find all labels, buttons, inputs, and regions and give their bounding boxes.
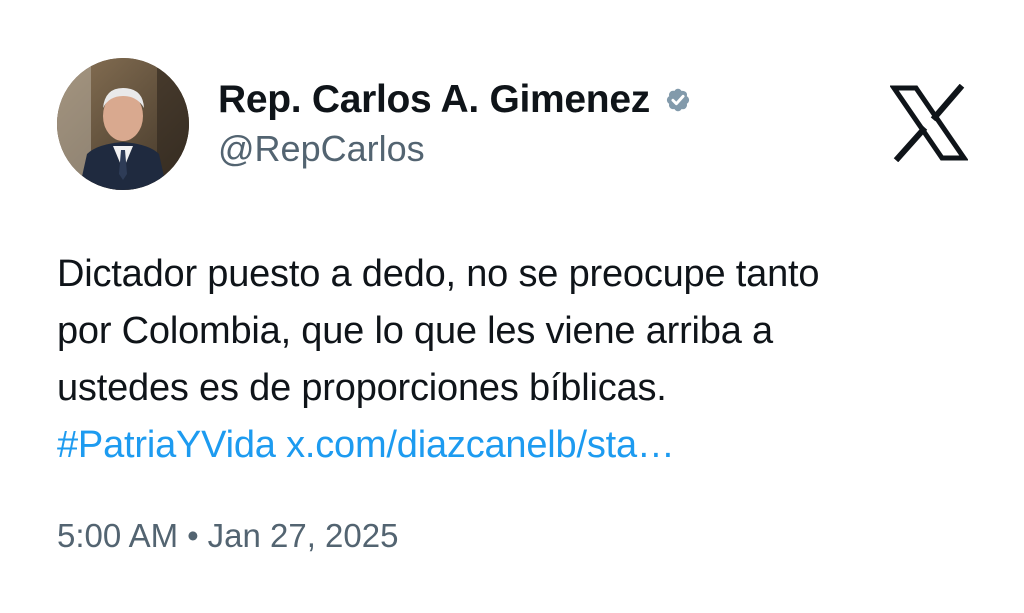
- avatar[interactable]: [57, 58, 189, 190]
- tweet-timestamp[interactable]: 5:00 AM • Jan 27, 2025: [57, 517, 398, 555]
- tweet-date: Jan 27, 2025: [207, 517, 399, 554]
- tweet-text: Dictador puesto a dedo, no se preocupe t…: [57, 246, 977, 474]
- author-handle[interactable]: @RepCarlos: [218, 128, 425, 170]
- tweet-time: 5:00 AM: [57, 517, 179, 554]
- url-link[interactable]: x.com/diazcanelb/sta…: [286, 424, 675, 466]
- x-logo-icon[interactable]: [889, 83, 969, 163]
- tweet-text-line: Dictador puesto a dedo, no se preocupe t…: [57, 253, 820, 295]
- author-name-row: Rep. Carlos A. Gimenez: [218, 74, 696, 126]
- tweet-text-line: por Colombia, que lo que les viene arrib…: [57, 310, 773, 352]
- tweet-text-line: ustedes es de proporciones bíblicas.: [57, 367, 667, 409]
- separator-dot: •: [187, 517, 199, 554]
- tweet-links-line: #PatriaYVida x.com/diazcanelb/sta…: [57, 417, 977, 474]
- profile-photo: [57, 58, 189, 190]
- author-display-name[interactable]: Rep. Carlos A. Gimenez: [218, 78, 650, 122]
- verified-badge-icon: [660, 82, 696, 118]
- hashtag-link[interactable]: #PatriaYVida: [57, 424, 276, 466]
